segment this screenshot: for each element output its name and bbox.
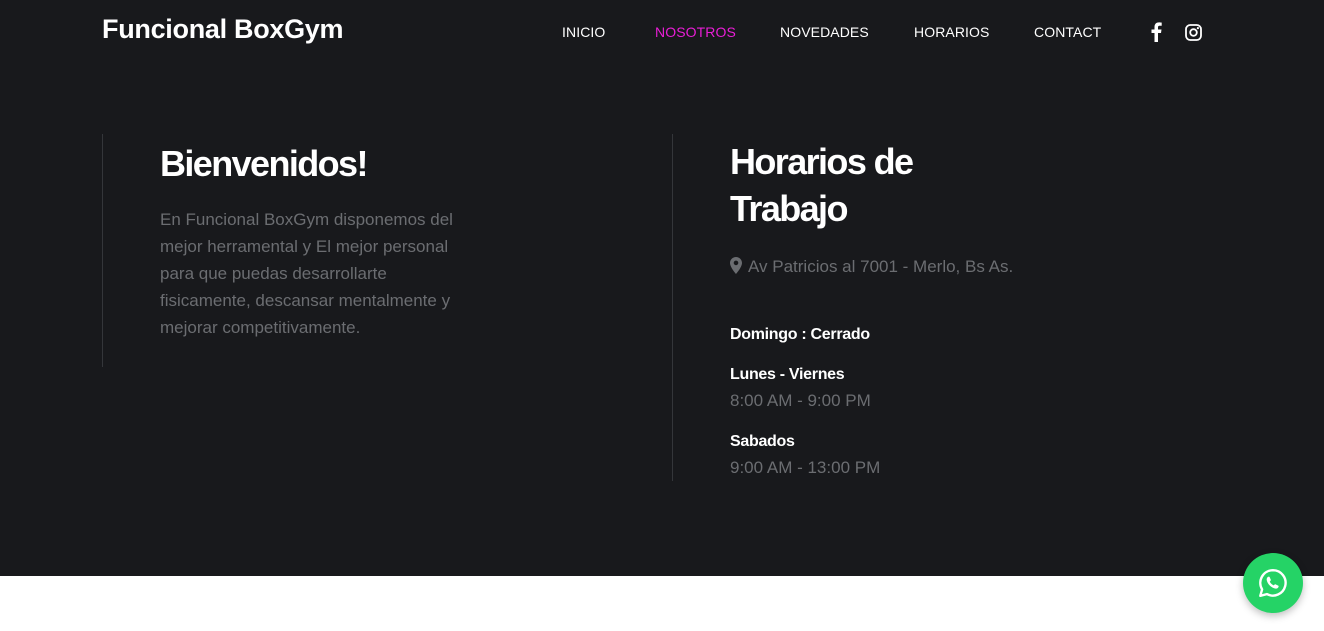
- facebook-icon[interactable]: [1150, 22, 1162, 42]
- column-divider-right: [672, 134, 673, 481]
- nav-contact[interactable]: CONTACT: [1034, 24, 1101, 40]
- nav-horarios[interactable]: HORARIOS: [914, 24, 989, 40]
- nav-inicio[interactable]: INICIO: [562, 24, 605, 40]
- weekdays-label: Lunes - Viernes: [730, 366, 845, 383]
- column-divider-left: [102, 134, 103, 367]
- whatsapp-icon: [1259, 569, 1287, 597]
- closed-day: Domingo : Cerrado: [730, 326, 870, 343]
- whatsapp-button[interactable]: [1243, 553, 1303, 613]
- schedule-title: Horarios de Trabajo: [730, 138, 914, 232]
- address-text: Av Patricios al 7001 - Merlo, Bs As.: [748, 257, 1014, 276]
- address: Av Patricios al 7001 - Merlo, Bs As.: [730, 253, 1020, 282]
- weekdays-hours: 8:00 AM - 9:00 PM: [730, 391, 871, 410]
- brand-logo[interactable]: Funcional BoxGym: [102, 14, 344, 45]
- welcome-text: En Funcional BoxGym disponemos del mejor…: [160, 210, 453, 337]
- schedule-title-line1: Horarios de: [730, 141, 914, 182]
- saturday-hours: 9:00 AM - 13:00 PM: [730, 458, 881, 477]
- schedule-title-line2: Trabajo: [730, 188, 848, 229]
- saturday-label: Sabados: [730, 433, 795, 450]
- instagram-icon[interactable]: [1185, 24, 1202, 41]
- nav-novedades[interactable]: NOVEDADES: [780, 24, 869, 40]
- welcome-title: Bienvenidos!: [160, 143, 368, 184]
- map-pin-icon: [730, 255, 742, 282]
- nav-nosotros[interactable]: NOSOTROS: [655, 24, 736, 40]
